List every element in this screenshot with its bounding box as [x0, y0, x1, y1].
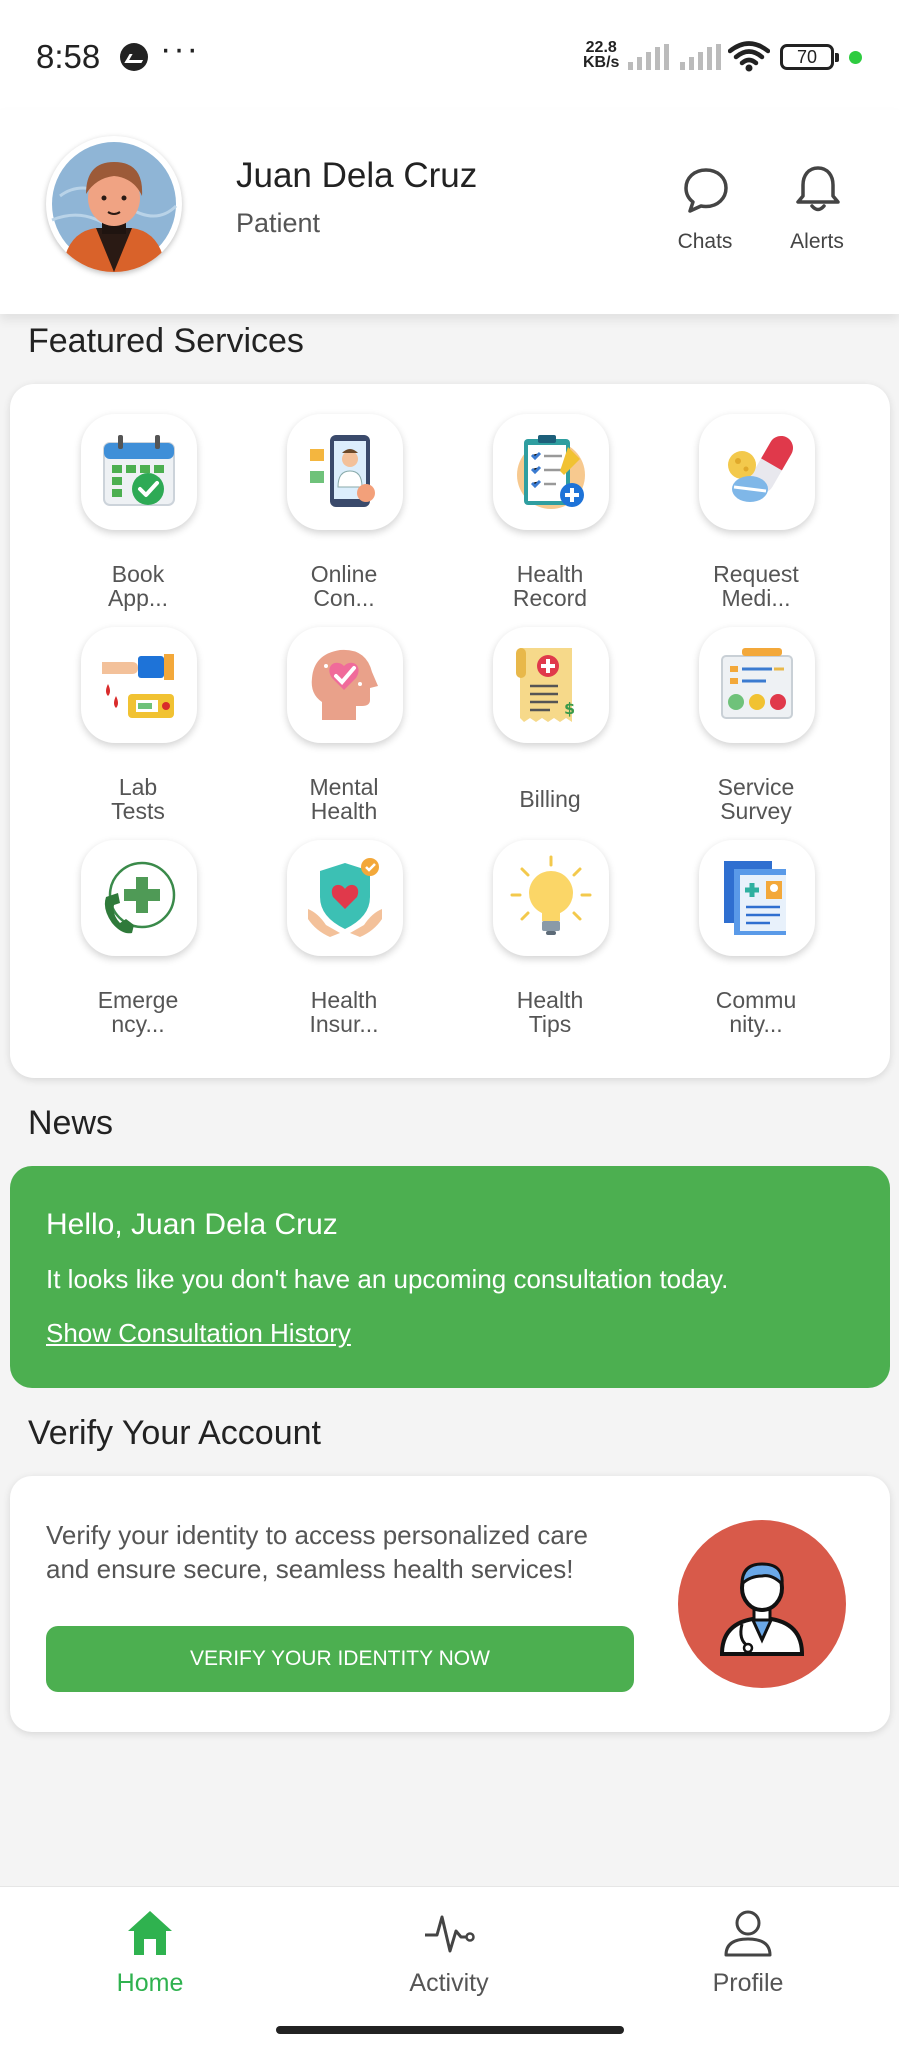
- mental-head-icon: [287, 627, 403, 743]
- service-label: Book App...: [107, 561, 169, 611]
- service-book-appointment[interactable]: Book App...: [48, 414, 228, 614]
- service-mental-health[interactable]: Mental Health: [254, 627, 434, 827]
- verify-card: Verify your identity to access personali…: [10, 1476, 890, 1732]
- documents-icon: [699, 840, 815, 956]
- svg-text:$: $: [564, 699, 575, 718]
- network-speed-unit: KB/s: [583, 54, 620, 71]
- bell-icon: [796, 166, 840, 212]
- verify-description: Verify your identity to access personali…: [46, 1520, 588, 1584]
- profile-header: Juan Dela Cruz Patient Chats Alerts: [0, 110, 899, 314]
- service-label: Health Insur...: [309, 987, 379, 1037]
- service-label: Mental Health: [309, 774, 379, 824]
- service-online-consultation[interactable]: Online Con...: [254, 414, 434, 614]
- service-health-tips[interactable]: Health Tips: [460, 840, 640, 1040]
- service-label: Commu nity...: [715, 987, 797, 1037]
- verify-identity-button[interactable]: VERIFY YOUR IDENTITY NOW: [46, 1626, 634, 1692]
- user-role: Patient: [236, 208, 321, 238]
- privacy-dot: [849, 51, 862, 64]
- bill-icon: $: [493, 627, 609, 743]
- service-emergency[interactable]: Emerge ncy...: [48, 840, 228, 1040]
- service-label: Service Survey: [717, 774, 795, 824]
- nav-profile[interactable]: Profile: [648, 1907, 848, 2007]
- avatar-image: [51, 142, 178, 272]
- service-label: Health Tips: [516, 987, 584, 1037]
- alerts-button[interactable]: Alerts: [772, 166, 862, 266]
- news-greeting: Hello, Juan Dela Cruz: [46, 1208, 338, 1241]
- more-notifications-icon: ···: [160, 30, 200, 68]
- service-label: Online Con...: [310, 561, 378, 611]
- service-label: Emerge ncy...: [97, 987, 179, 1037]
- status-bar: 8:58 ··· 22.8 KB/s 70: [0, 0, 899, 110]
- home-icon: [128, 1911, 172, 1955]
- service-billing[interactable]: $ Billing: [460, 627, 640, 827]
- user-name: Juan Dela Cruz: [236, 156, 478, 195]
- battery-icon: 70: [780, 44, 839, 70]
- survey-icon: [699, 627, 815, 743]
- service-community[interactable]: Commu nity...: [666, 840, 846, 1040]
- featured-services-title: Featured Services: [28, 322, 304, 360]
- news-title: News: [28, 1104, 114, 1142]
- service-label: Health Record: [512, 561, 588, 611]
- consultation-history-link[interactable]: Show Consultation History: [46, 1318, 351, 1349]
- doctor-video-icon: [287, 414, 403, 530]
- emergency-phone-icon: [81, 840, 197, 956]
- service-label: Billing: [519, 786, 581, 812]
- verify-title: Verify Your Account: [28, 1414, 321, 1452]
- network-speed: 22.8 KB/s: [583, 40, 620, 71]
- service-health-insurance[interactable]: Health Insur...: [254, 840, 434, 1040]
- chats-button[interactable]: Chats: [660, 166, 750, 266]
- news-card: Hello, Juan Dela Cruz It looks like you …: [10, 1166, 890, 1388]
- service-lab-tests[interactable]: Lab Tests: [48, 627, 228, 827]
- wifi-icon: [728, 41, 770, 72]
- clipboard-icon: [493, 414, 609, 530]
- lightbulb-icon: [493, 840, 609, 956]
- service-request-medicine[interactable]: Request Medi...: [666, 414, 846, 614]
- service-health-record[interactable]: Health Record: [460, 414, 640, 614]
- service-survey[interactable]: Service Survey: [666, 627, 846, 827]
- service-label: Lab Tests: [111, 774, 165, 824]
- signal-icon: [628, 44, 672, 70]
- chat-bubble-icon: [684, 168, 728, 213]
- nav-home[interactable]: Home: [50, 1907, 250, 2007]
- nav-activity[interactable]: Activity: [349, 1907, 549, 2007]
- activity-pulse-icon: [425, 1915, 475, 1953]
- news-message: It looks like you don't have an upcoming…: [46, 1264, 729, 1294]
- pills-icon: [699, 414, 815, 530]
- calendar-check-icon: [81, 414, 197, 530]
- nav-activity-label: Activity: [409, 1969, 489, 1997]
- service-label: Request Medi...: [713, 561, 799, 611]
- bottom-navigation: Home Activity Profile: [0, 1886, 899, 2048]
- services-card: Book App... Online Con... Health Record …: [10, 384, 890, 1078]
- home-indicator[interactable]: [276, 2026, 624, 2034]
- status-time: 8:58: [36, 38, 101, 75]
- person-icon: [724, 1910, 772, 1957]
- shield-heart-icon: [287, 840, 403, 956]
- alerts-label: Alerts: [790, 230, 844, 253]
- doctor-avatar-icon: [678, 1520, 846, 1688]
- signal-icon-2: [680, 44, 724, 70]
- nav-profile-label: Profile: [712, 1969, 784, 1997]
- avatar[interactable]: [46, 136, 182, 272]
- chats-label: Chats: [677, 230, 733, 253]
- blood-test-icon: [81, 627, 197, 743]
- messenger-icon: [120, 43, 148, 71]
- nav-home-label: Home: [116, 1969, 184, 1997]
